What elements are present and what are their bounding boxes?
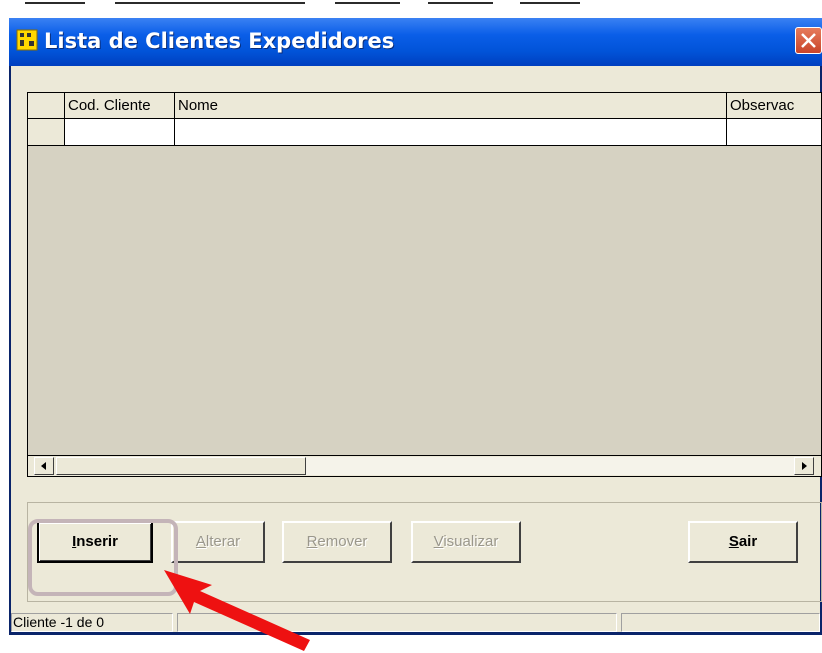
scroll-right-button[interactable] (794, 457, 814, 475)
remover-label: emover (317, 533, 368, 550)
top-strip (0, 0, 822, 8)
close-button[interactable] (795, 27, 822, 54)
title-bar[interactable]: Lista de Clientes Expedidores (9, 18, 822, 66)
cell-cod-cliente[interactable] (65, 119, 175, 145)
alterar-label: lterar (205, 533, 241, 550)
table-row[interactable] (28, 119, 821, 146)
scroll-right-arrow-icon (802, 462, 807, 470)
yellow-app-icon (16, 29, 38, 51)
alterar-button[interactable]: Alterar (171, 521, 265, 563)
scroll-left-arrow-icon (41, 462, 46, 470)
visualizar-button[interactable]: Visualizar (411, 521, 521, 563)
column-header-cod-cliente[interactable]: Cod. Cliente (65, 93, 175, 118)
column-header-observacao[interactable]: Observac (727, 93, 821, 118)
clients-grid[interactable]: Cod. Cliente Nome Observac (27, 92, 822, 477)
window-title: Lista de Clientes Expedidores (44, 29, 395, 53)
status-panel-right (621, 613, 820, 632)
row-indicator[interactable] (28, 119, 65, 145)
highlight-box (28, 519, 178, 596)
sair-button[interactable]: Sair (688, 521, 798, 563)
grid-header: Cod. Cliente Nome Observac (28, 93, 821, 119)
remover-button[interactable]: Remover (282, 521, 392, 563)
close-icon (801, 33, 816, 48)
scroll-thumb[interactable] (56, 457, 306, 475)
scroll-left-button[interactable] (34, 457, 54, 475)
sair-mnemonic: S (728, 533, 739, 550)
cell-observacao[interactable] (727, 119, 821, 145)
status-bar: Cliente -1 de 0 (11, 612, 820, 632)
horizontal-scrollbar[interactable] (28, 455, 821, 476)
row-indicator-header (28, 93, 65, 118)
sair-label: air (738, 533, 758, 550)
visualizar-label: isualizar (443, 533, 499, 550)
column-header-nome[interactable]: Nome (175, 93, 727, 118)
client-list-window: Lista de Clientes Expedidores Cod. Clien… (9, 18, 822, 635)
remover-mnemonic: R (306, 533, 318, 550)
red-arrow-annotation (164, 570, 310, 651)
alterar-mnemonic: A (195, 533, 206, 550)
cell-nome[interactable] (175, 119, 727, 145)
scroll-track[interactable] (306, 457, 794, 475)
visualizar-mnemonic: V (433, 533, 444, 550)
status-panel-record: Cliente -1 de 0 (11, 613, 173, 632)
